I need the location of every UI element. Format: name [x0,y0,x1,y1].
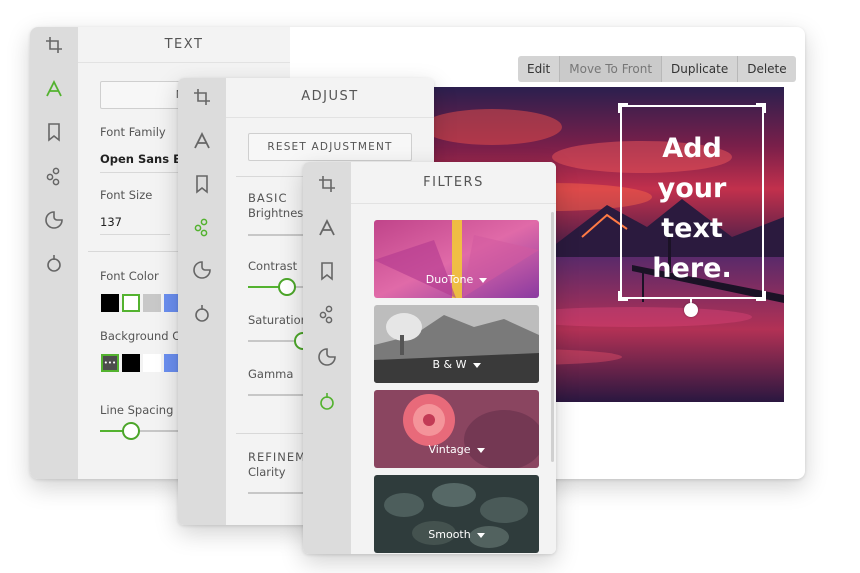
font-family-label: Font Family [100,125,166,139]
font-family-field[interactable]: Open Sans Bo [100,152,190,166]
background-color-label: Background Co [100,329,188,343]
font-size-field[interactable]: 137 [100,215,122,229]
resize-handle[interactable] [756,103,766,113]
resize-handle[interactable] [618,291,628,301]
adjust-panel-title: ADJUST [226,78,434,118]
filters-panel-title: FILTERS [351,162,556,204]
gamma-track[interactable] [248,394,308,396]
smooth-preview-image [374,475,539,553]
resize-handle[interactable] [756,291,766,301]
clarity-label: Clarity [248,465,286,479]
canvas-text-line: Add [662,133,722,164]
font-color-swatch-black[interactable] [101,294,119,312]
crop-icon[interactable] [192,87,212,107]
filter-icon[interactable] [44,253,64,273]
object-toolbar: Edit Move To Front Duplicate Delete [518,56,796,82]
refinement-section-label: REFINEM [248,450,307,464]
line-spacing-slider[interactable] [122,422,140,440]
sticker-icon[interactable] [44,210,64,230]
contrast-label: Contrast [248,259,298,273]
rotate-handle[interactable] [684,303,698,317]
bg-color-swatch-white[interactable] [143,354,161,372]
adjust-icon[interactable] [317,304,337,324]
filters-window: FILTERS DuoTone B & W Vintage Smooth [303,162,556,554]
vintage-label: Vintage [428,443,471,456]
filter-label: DuoTone [374,273,539,286]
font-size-label: Font Size [100,188,153,202]
font-color-label: Font Color [100,269,159,283]
text-icon[interactable] [44,79,64,99]
filter-label: Smooth [374,528,539,541]
basic-section-label: BASIC [248,191,288,205]
contrast-slider[interactable] [278,278,296,296]
text-panel-title: TEXT [78,27,290,63]
filter-label: Vintage [374,443,539,456]
gamma-label: Gamma [248,367,294,381]
font-color-swatch-white[interactable] [122,294,140,312]
duotone-label: DuoTone [425,273,474,286]
text-icon[interactable] [192,131,212,151]
text-object-selection[interactable]: Add your text here. [618,103,766,301]
canvas-text-line: here. [652,253,732,284]
filters-scrollbar[interactable] [551,212,554,462]
line-spacing-fill [100,430,124,432]
filter-card-duotone[interactable]: DuoTone [374,220,539,298]
bookmark-icon[interactable] [44,122,64,142]
smooth-label: Smooth [428,528,471,541]
sticker-icon[interactable] [192,260,212,280]
delete-button[interactable]: Delete [738,56,795,82]
bookmark-icon[interactable] [192,174,212,194]
resize-handle[interactable] [618,103,628,113]
duotone-preview-image [374,220,539,298]
saturation-label: Saturation [248,313,308,327]
filter-card-smooth[interactable]: Smooth [374,475,539,553]
vintage-preview-image [374,390,539,468]
chevron-down-icon[interactable] [479,277,488,283]
brightness-label: Brightness [248,206,310,220]
canvas-text-line: your [657,173,727,204]
canvas-text: Add your text here. [622,129,762,289]
canvas-text-line: text [661,213,723,244]
bookmark-icon[interactable] [317,261,337,281]
sticker-icon[interactable] [317,347,337,367]
duplicate-button[interactable]: Duplicate [662,56,739,82]
chevron-down-icon[interactable] [476,532,485,538]
brightness-track[interactable] [248,234,308,236]
move-to-front-button[interactable]: Move To Front [560,56,663,82]
clarity-track[interactable] [248,492,308,494]
crop-icon[interactable] [317,174,337,194]
adjust-icon[interactable] [44,166,64,186]
filter-icon[interactable] [317,391,337,411]
text-icon[interactable] [317,218,337,238]
filter-icon[interactable] [192,303,212,323]
filter-card-vintage[interactable]: Vintage [374,390,539,468]
more-colors-button[interactable]: ••• [101,354,119,372]
tool-rail [30,27,78,479]
font-color-swatch-gray[interactable] [143,294,161,312]
chevron-down-icon[interactable] [476,447,485,453]
adjust-icon[interactable] [192,217,212,237]
bw-label: B & W [432,358,467,371]
reset-adjustment-button[interactable]: RESET ADJUSTMENT [248,133,412,161]
filter-card-bw[interactable]: B & W [374,305,539,383]
chevron-down-icon[interactable] [472,362,481,368]
bw-preview-image [374,305,539,383]
tool-rail [178,78,226,525]
filter-label: B & W [374,358,539,371]
line-spacing-label: Line Spacing [100,403,174,417]
edit-button[interactable]: Edit [518,56,561,82]
bg-color-swatch-black[interactable] [122,354,140,372]
tool-rail [303,162,351,554]
crop-icon[interactable] [44,35,64,55]
